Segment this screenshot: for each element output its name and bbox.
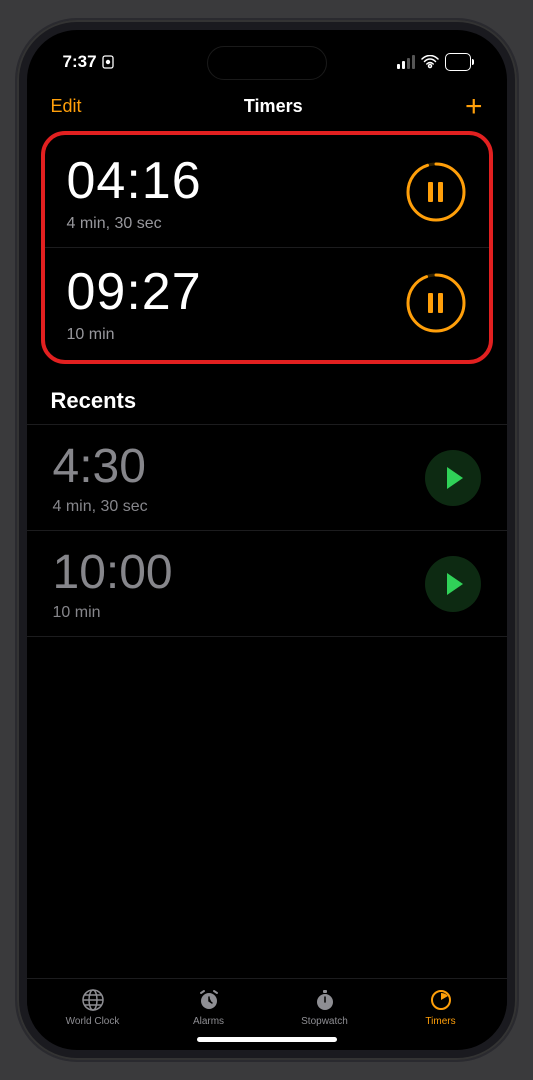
- recent-duration-large: 4:30: [53, 439, 148, 494]
- home-indicator[interactable]: [197, 1037, 337, 1042]
- pause-button[interactable]: [405, 272, 467, 334]
- battery-icon: 58: [445, 53, 470, 71]
- progress-ring-icon: [405, 272, 467, 334]
- screen: 7:37 58 Edit Timers +: [27, 30, 507, 1050]
- recents-header: Recents: [27, 364, 507, 424]
- pause-button[interactable]: [405, 161, 467, 223]
- tab-bar: World Clock Alarms Stopwatch Timers: [27, 978, 507, 1029]
- status-time: 7:37: [63, 52, 97, 72]
- play-icon: [447, 467, 463, 489]
- tab-label: Alarms: [193, 1016, 224, 1027]
- recent-timer-row[interactable]: 4:30 4 min, 30 sec: [27, 424, 507, 530]
- wifi-icon: [421, 55, 439, 69]
- battery-level: 58: [449, 55, 466, 69]
- globe-icon: [81, 988, 105, 1012]
- timer-icon: [429, 988, 453, 1012]
- dynamic-island: [207, 46, 327, 80]
- page-title: Timers: [244, 96, 303, 117]
- timer-duration: 10 min: [67, 326, 202, 344]
- tab-timers[interactable]: Timers: [383, 987, 499, 1027]
- tab-label: Timers: [425, 1016, 455, 1027]
- recent-duration-large: 10:00: [53, 545, 173, 600]
- content-area: 04:16 4 min, 30 sec 09:27 10 min: [27, 131, 507, 978]
- progress-ring-icon: [405, 161, 467, 223]
- cellular-icon: [397, 55, 415, 69]
- phone-frame: 7:37 58 Edit Timers +: [17, 20, 517, 1060]
- tab-world-clock[interactable]: World Clock: [35, 987, 151, 1027]
- start-button[interactable]: [425, 450, 481, 506]
- timer-remaining: 09:27: [67, 262, 202, 322]
- active-timer-row[interactable]: 09:27 10 min: [45, 248, 489, 358]
- nav-bar: Edit Timers +: [27, 88, 507, 131]
- recent-timer-row[interactable]: 10:00 10 min: [27, 530, 507, 637]
- active-timer-row[interactable]: 04:16 4 min, 30 sec: [45, 137, 489, 248]
- recent-duration-label: 4 min, 30 sec: [53, 498, 148, 516]
- tab-alarms[interactable]: Alarms: [151, 987, 267, 1027]
- tab-label: World Clock: [66, 1016, 120, 1027]
- edit-button[interactable]: Edit: [51, 96, 82, 117]
- alarm-icon: [197, 988, 221, 1012]
- timer-duration: 4 min, 30 sec: [67, 215, 202, 233]
- active-timers-highlight: 04:16 4 min, 30 sec 09:27 10 min: [41, 131, 493, 364]
- tab-label: Stopwatch: [301, 1016, 348, 1027]
- play-icon: [447, 573, 463, 595]
- timer-remaining: 04:16: [67, 151, 202, 211]
- add-timer-button[interactable]: +: [465, 97, 483, 117]
- screen-record-icon: [101, 55, 115, 69]
- start-button[interactable]: [425, 556, 481, 612]
- stopwatch-icon: [313, 988, 337, 1012]
- recent-duration-label: 10 min: [53, 604, 173, 622]
- tab-stopwatch[interactable]: Stopwatch: [267, 987, 383, 1027]
